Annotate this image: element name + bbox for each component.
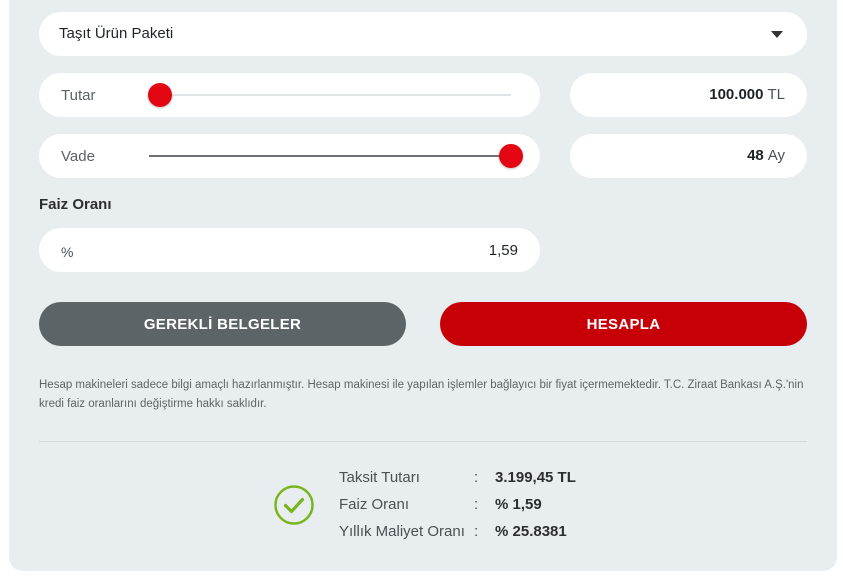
term-input[interactable]: 48 Ay (570, 134, 807, 178)
chevron-down-icon[interactable] (771, 31, 783, 38)
amount-slider-track[interactable] (147, 83, 511, 107)
amount-unit: TL (767, 86, 785, 103)
amount-value: 100.000 (709, 86, 764, 103)
result-value: 3.199,45 TL (495, 469, 576, 486)
check-circle-icon (274, 485, 314, 525)
interest-rate-input[interactable]: % 1,59 (39, 228, 540, 272)
term-slider-handle[interactable] (499, 144, 523, 168)
term-label: Vade (61, 148, 95, 165)
result-label: Faiz Oranı (339, 496, 410, 513)
interest-rate-title: Faiz Oranı (39, 196, 112, 213)
term-slider-fill (149, 155, 511, 157)
amount-label: Tutar (61, 87, 96, 104)
amount-slider-box: Tutar (39, 73, 540, 117)
amount-slider-handle[interactable] (147, 83, 172, 107)
result-value: % 1,59 (495, 496, 542, 513)
divider (39, 441, 807, 442)
term-slider-track[interactable] (149, 144, 523, 168)
result-label: Yıllık Maliyet Oranı (339, 523, 465, 540)
product-select[interactable]: Taşıt Ürün Paketi (39, 12, 807, 56)
term-value: 48 (747, 147, 764, 164)
term-slider-box: Vade (39, 134, 540, 178)
calculator-panel: Taşıt Ürün Paketi Tutar 100.000 TL Vade 4… (9, 0, 837, 571)
amount-input[interactable]: 100.000 TL (570, 73, 807, 117)
result-value: % 25.8381 (495, 523, 567, 540)
calculate-button[interactable]: HESAPLA (440, 302, 807, 346)
disclaimer-text: Hesap makineleri sadece bilgi amaçlı haz… (39, 379, 804, 410)
result-label: Taksit Tutarı (339, 469, 420, 486)
interest-rate-value: 1,59 (488, 242, 518, 259)
percent-prefix: % (61, 244, 74, 260)
term-unit: Ay (767, 147, 785, 164)
product-select-value: Taşıt Ürün Paketi (59, 25, 174, 42)
required-documents-button[interactable]: GEREKLİ BELGELER (39, 302, 406, 346)
